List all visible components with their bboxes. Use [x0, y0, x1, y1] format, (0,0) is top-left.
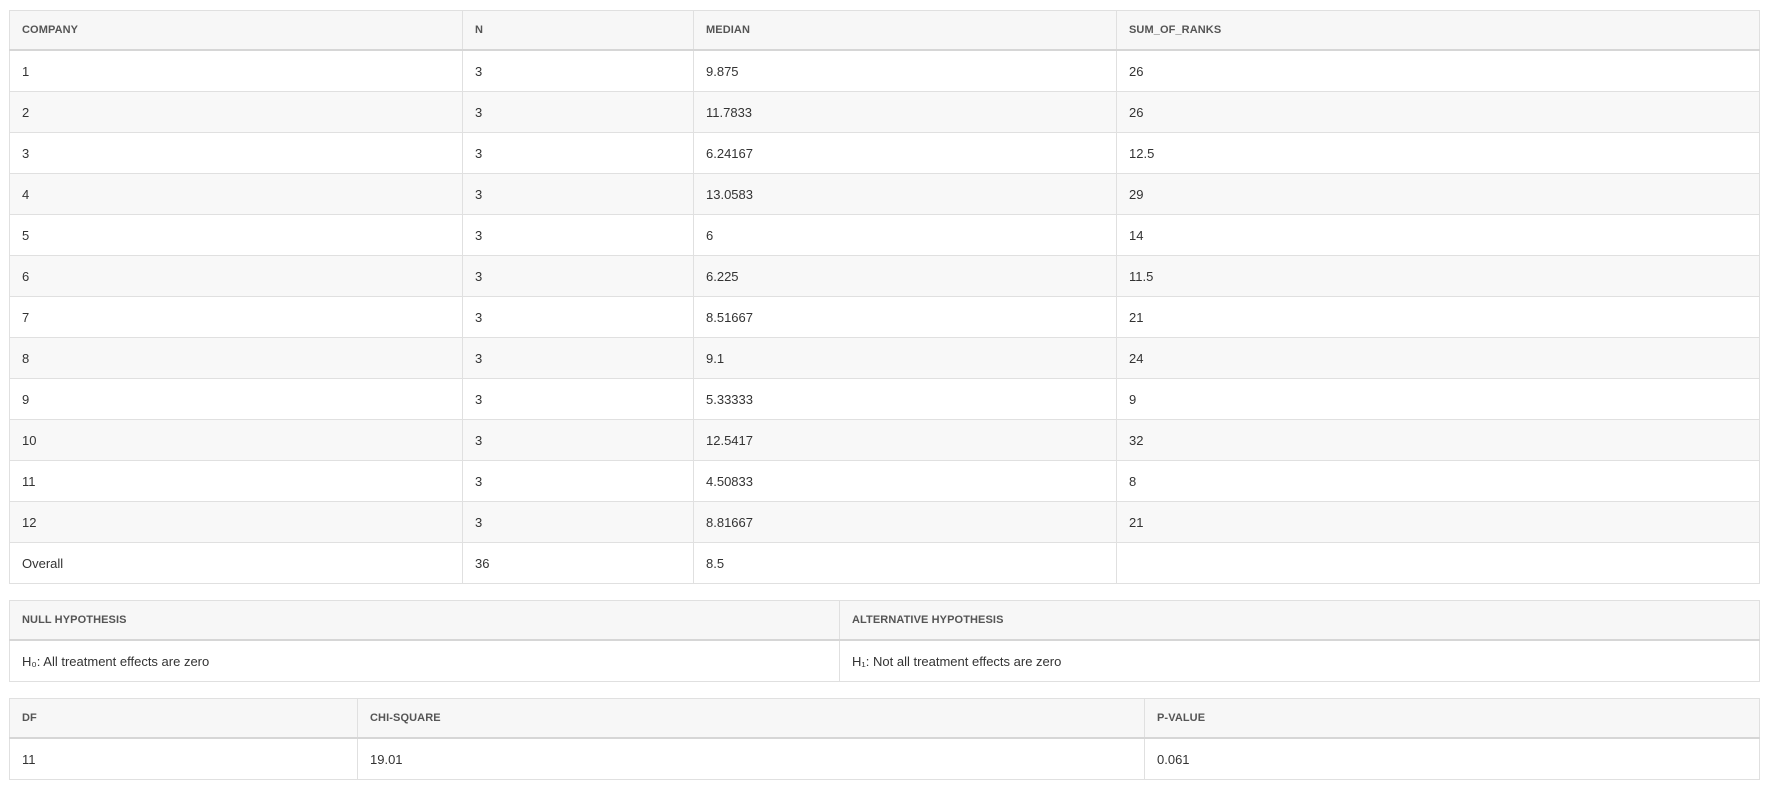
- cell-sum-of-ranks: 26: [1116, 91, 1760, 133]
- test-result-table: DF CHI-SQUARE P-VALUE 11 19.01 0.061: [9, 698, 1760, 780]
- table-row: H₀: All treatment effects are zero H₁: N…: [9, 639, 1760, 682]
- cell-company: 5: [9, 214, 463, 256]
- table-row: 6 3 6.225 11.5: [9, 255, 1760, 297]
- cell-median: 6.24167: [693, 132, 1117, 174]
- cell-median: 8.81667: [693, 501, 1117, 543]
- cell-sum-of-ranks: 24: [1116, 337, 1760, 379]
- cell-n: 3: [462, 296, 694, 338]
- cell-sum-of-ranks: 11.5: [1116, 255, 1760, 297]
- cell-df: 11: [9, 737, 358, 780]
- cell-company: 4: [9, 173, 463, 215]
- cell-company: 11: [9, 460, 463, 502]
- table-row-overall: Overall 36 8.5: [9, 542, 1760, 584]
- column-header-n: N: [462, 10, 694, 51]
- cell-chi-square: 19.01: [357, 737, 1145, 780]
- cell-median: 9.1: [693, 337, 1117, 379]
- cell-n: 3: [462, 501, 694, 543]
- table-header-row: DF CHI-SQUARE P-VALUE: [9, 698, 1760, 739]
- hypothesis-table: NULL HYPOTHESIS ALTERNATIVE HYPOTHESIS H…: [9, 600, 1760, 682]
- column-header-df: DF: [9, 698, 358, 739]
- table-row: 10 3 12.5417 32: [9, 419, 1760, 461]
- column-header-p-value: P-VALUE: [1144, 698, 1760, 739]
- cell-median: 12.5417: [693, 419, 1117, 461]
- table-row: 3 3 6.24167 12.5: [9, 132, 1760, 174]
- cell-null-hypothesis: H₀: All treatment effects are zero: [9, 639, 840, 682]
- table-row: 12 3 8.81667 21: [9, 501, 1760, 543]
- cell-median: 11.7833: [693, 91, 1117, 133]
- cell-company: Overall: [9, 542, 463, 584]
- cell-median: 6: [693, 214, 1117, 256]
- column-header-company: COMPANY: [9, 10, 463, 51]
- cell-n: 36: [462, 542, 694, 584]
- results-container: COMPANY N MEDIAN SUM_OF_RANKS 1 3 9.875 …: [9, 10, 1760, 780]
- table-row: 11 3 4.50833 8: [9, 460, 1760, 502]
- cell-company: 6: [9, 255, 463, 297]
- cell-n: 3: [462, 214, 694, 256]
- table-row: 4 3 13.0583 29: [9, 173, 1760, 215]
- cell-median: 5.33333: [693, 378, 1117, 420]
- table-row: 2 3 11.7833 26: [9, 91, 1760, 133]
- cell-company: 12: [9, 501, 463, 543]
- cell-median: 13.0583: [693, 173, 1117, 215]
- cell-median: 8.51667: [693, 296, 1117, 338]
- column-header-null-hypothesis: NULL HYPOTHESIS: [9, 600, 840, 641]
- cell-sum-of-ranks: 21: [1116, 501, 1760, 543]
- cell-sum-of-ranks: 29: [1116, 173, 1760, 215]
- column-header-chi-square: CHI-SQUARE: [357, 698, 1145, 739]
- cell-company: 9: [9, 378, 463, 420]
- cell-n: 3: [462, 49, 694, 92]
- cell-sum-of-ranks: 32: [1116, 419, 1760, 461]
- cell-n: 3: [462, 378, 694, 420]
- cell-n: 3: [462, 132, 694, 174]
- cell-sum-of-ranks: 9: [1116, 378, 1760, 420]
- table-row: 1 3 9.875 26: [9, 49, 1760, 92]
- column-header-alternative-hypothesis: ALTERNATIVE HYPOTHESIS: [839, 600, 1760, 641]
- cell-median: 8.5: [693, 542, 1117, 584]
- table-row: 8 3 9.1 24: [9, 337, 1760, 379]
- cell-company: 3: [9, 132, 463, 174]
- cell-sum-of-ranks: 8: [1116, 460, 1760, 502]
- table-header-row: NULL HYPOTHESIS ALTERNATIVE HYPOTHESIS: [9, 600, 1760, 641]
- cell-company: 7: [9, 296, 463, 338]
- group-statistics-table: COMPANY N MEDIAN SUM_OF_RANKS 1 3 9.875 …: [9, 10, 1760, 584]
- cell-median: 4.50833: [693, 460, 1117, 502]
- cell-sum-of-ranks: 12.5: [1116, 132, 1760, 174]
- table-row: 5 3 6 14: [9, 214, 1760, 256]
- cell-n: 3: [462, 255, 694, 297]
- cell-sum-of-ranks: 26: [1116, 49, 1760, 92]
- cell-company: 1: [9, 49, 463, 92]
- cell-company: 2: [9, 91, 463, 133]
- table-header-row: COMPANY N MEDIAN SUM_OF_RANKS: [9, 10, 1760, 51]
- cell-n: 3: [462, 460, 694, 502]
- cell-sum-of-ranks: [1116, 542, 1760, 584]
- cell-median: 9.875: [693, 49, 1117, 92]
- cell-company: 8: [9, 337, 463, 379]
- cell-sum-of-ranks: 14: [1116, 214, 1760, 256]
- cell-sum-of-ranks: 21: [1116, 296, 1760, 338]
- cell-p-value: 0.061: [1144, 737, 1760, 780]
- column-header-sum-of-ranks: SUM_OF_RANKS: [1116, 10, 1760, 51]
- cell-n: 3: [462, 419, 694, 461]
- table-row: 11 19.01 0.061: [9, 737, 1760, 780]
- cell-median: 6.225: [693, 255, 1117, 297]
- table-row: 7 3 8.51667 21: [9, 296, 1760, 338]
- cell-company: 10: [9, 419, 463, 461]
- cell-n: 3: [462, 337, 694, 379]
- cell-n: 3: [462, 91, 694, 133]
- table-row: 9 3 5.33333 9: [9, 378, 1760, 420]
- column-header-median: MEDIAN: [693, 10, 1117, 51]
- cell-n: 3: [462, 173, 694, 215]
- cell-alternative-hypothesis: H₁: Not all treatment effects are zero: [839, 639, 1760, 682]
